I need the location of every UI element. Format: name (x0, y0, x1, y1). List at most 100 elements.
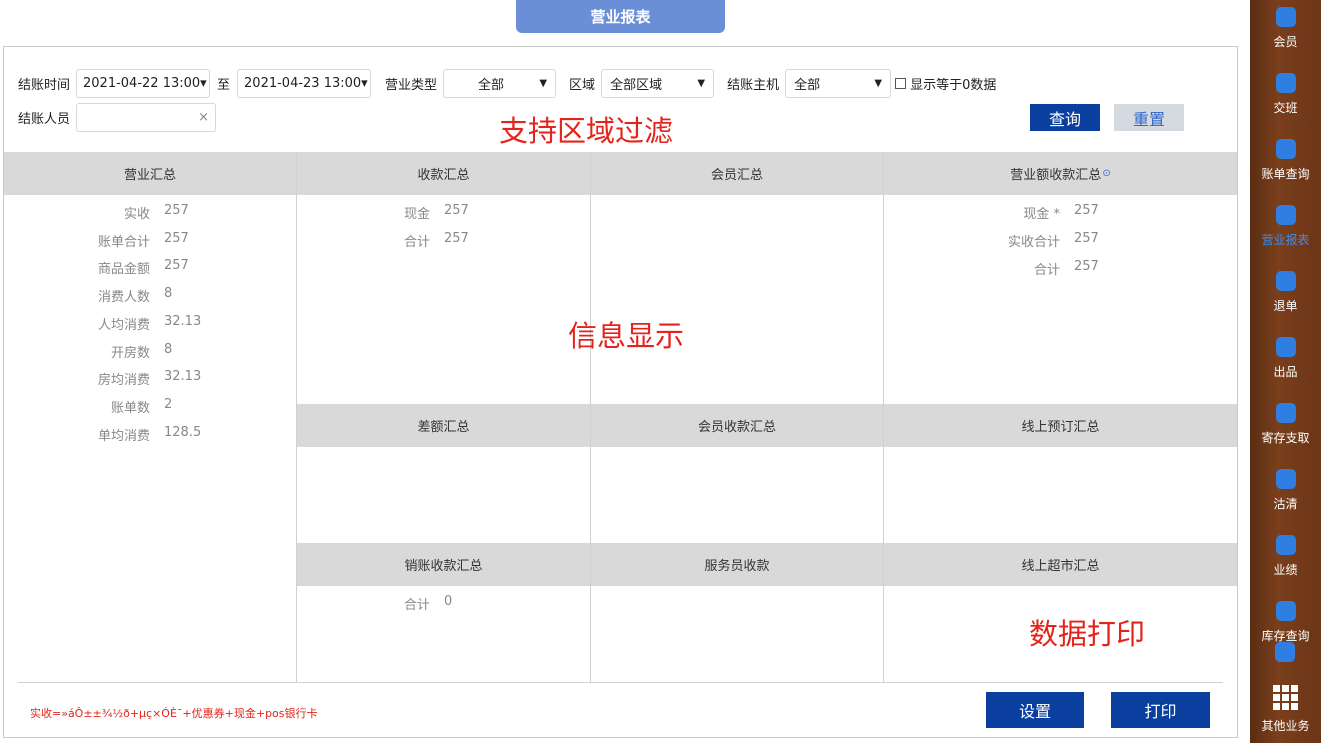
waiter-payment-header: 服务员收款 (591, 543, 883, 586)
member-icon (1275, 7, 1296, 27)
sidebar-item-soldout[interactable]: 沽清 (1250, 454, 1321, 520)
area-value: 全部区域 (610, 78, 663, 93)
sidebar-item-output[interactable]: 出品 (1250, 322, 1321, 388)
sidebar-item-label: 业绩 (1273, 563, 1298, 577)
output-icon (1275, 337, 1296, 357)
online-market-summary-header: 线上超市汇总 (884, 543, 1237, 586)
annotation-info-display: 信息显示 (568, 319, 685, 353)
sidebar-item-deposit[interactable]: 寄存支取 (1250, 388, 1321, 454)
summary-key: 账单合计 (97, 234, 150, 250)
checkout-time-label: 结账时间 (18, 78, 71, 93)
inventory-icon (1275, 601, 1296, 621)
refund-icon (1275, 271, 1296, 291)
member-payment-summary-header: 会员收款汇总 (591, 404, 883, 447)
summary-value: 257 (444, 231, 469, 246)
business-type-select[interactable]: 全部 ▼ (443, 69, 557, 98)
chevron-down-icon: ▼ (539, 78, 548, 89)
summary-value: 257 (444, 203, 469, 218)
settings-button[interactable]: 设置 (986, 692, 1084, 728)
member-summary-header: 会员汇总 (591, 152, 883, 195)
summary-row: 实收 257 (60, 203, 189, 222)
business-type-value: 全部 (478, 78, 505, 93)
divider (18, 682, 1223, 683)
writeoff-summary-header: 销账收款汇总 (297, 543, 590, 586)
annotation-data-print: 数据打印 (1029, 617, 1146, 651)
sidebar-item-shift[interactable]: 交班 (1250, 58, 1321, 124)
sidebar-item-label: 会员 (1273, 35, 1298, 49)
performance-icon (1275, 535, 1296, 555)
summary-row: 消费人数 8 (60, 286, 172, 305)
sidebar-item-label: 账单查询 (1261, 167, 1310, 181)
summary-value: 8 (164, 341, 173, 357)
sidebar-item-grid[interactable]: 其他业务 (1250, 676, 1321, 742)
summary-row: 账单数 2 (60, 397, 172, 416)
summary-key: 人均消费 (97, 317, 150, 333)
difference-summary-header: 差额汇总 (297, 404, 590, 447)
summary-value: 257 (164, 230, 189, 246)
filter-row-2: 结账人员 × (18, 103, 217, 132)
summary-row: 合计 257 (975, 259, 1099, 278)
download-icon[interactable] (1275, 642, 1295, 662)
cashier-label: 结账人员 (18, 112, 71, 127)
summary-key: 商品金额 (97, 262, 150, 278)
host-label: 结账主机 (727, 78, 780, 93)
sidebar-item-bill-query[interactable]: 账单查询 (1250, 124, 1321, 190)
print-button[interactable]: 打印 (1111, 692, 1210, 728)
summary-key: 合计 (403, 598, 430, 613)
summary-key: 单均消费 (97, 428, 150, 444)
sidebar-item-report[interactable]: 营业报表 (1250, 190, 1321, 256)
reset-button[interactable]: 重置 (1114, 104, 1184, 131)
sidebar-item-performance[interactable]: 业绩 (1250, 520, 1321, 586)
end-time-select[interactable]: 2021-04-23 13:00▾ (237, 69, 372, 98)
summary-row: 账单合计 257 (60, 231, 189, 250)
summary-key: 合计 (403, 235, 430, 250)
divider (296, 152, 297, 682)
right-sidebar: 会员 交班 账单查询 营业报表 退单 出品 寄存支取 沽清 业绩 库存查询 其他业务 (1250, 0, 1321, 743)
report-icon (1275, 205, 1296, 225)
summary-value: 257 (1074, 231, 1099, 246)
summary-row: 合计 0 (370, 594, 452, 613)
clear-icon[interactable]: × (198, 110, 209, 125)
summary-value: 128.5 (164, 424, 202, 440)
summary-row: 开房数 8 (60, 342, 172, 361)
show-zero-checkbox[interactable] (895, 78, 907, 89)
show-zero-label: 显示等于0数据 (910, 78, 997, 93)
summary-value: 0 (444, 594, 453, 609)
shift-icon (1275, 73, 1296, 93)
business-type-label: 营业类型 (385, 78, 438, 93)
divider (590, 152, 591, 682)
summary-key: 消费人数 (97, 290, 150, 306)
grid-icon (1273, 685, 1298, 710)
start-time-select[interactable]: 2021-04-22 13:00▾ (76, 69, 211, 98)
business-summary-header: 营业汇总 (4, 152, 296, 195)
summary-key: 现金 (403, 207, 430, 222)
summary-value: 32.13 (164, 369, 202, 385)
host-select[interactable]: 全部 ▼ (785, 69, 892, 98)
summary-row: 单均消费 128.5 (60, 425, 201, 444)
bill-query-icon (1275, 139, 1296, 159)
query-button[interactable]: 查询 (1030, 104, 1100, 131)
sidebar-item-refund[interactable]: 退单 (1250, 256, 1321, 322)
summary-row: 现金 * 257 (975, 203, 1099, 222)
sidebar-item-label: 出品 (1273, 365, 1298, 379)
summary-value: 8 (164, 286, 173, 302)
summary-row: 房均消费 32.13 (60, 369, 201, 388)
sidebar-item-label: 沽清 (1273, 497, 1298, 511)
summary-key: 实收合计 (1007, 235, 1060, 250)
summary-row: 人均消费 32.13 (60, 314, 201, 333)
annotation-area-filter: 支持区域过滤 (499, 114, 674, 148)
filter-row-1: 结账时间 2021-04-22 13:00▾ 至 2021-04-23 13:0… (18, 69, 996, 98)
summary-key: 合计 (1033, 263, 1060, 278)
area-label: 区域 (569, 78, 596, 93)
sidebar-item-member[interactable]: 会员 (1250, 0, 1321, 58)
summary-value: 257 (1074, 203, 1099, 218)
summary-value: 257 (164, 203, 189, 218)
help-icon[interactable]: ⊙ (1102, 168, 1110, 179)
online-booking-summary-header: 线上预订汇总 (884, 404, 1237, 447)
revenue-payment-summary-title: 营业额收款汇总 (1010, 168, 1102, 183)
summary-key: 实收 (123, 207, 150, 222)
area-select[interactable]: 全部区域 ▼ (601, 69, 715, 98)
summary-value: 257 (1074, 259, 1099, 274)
cashier-input[interactable]: × (76, 103, 217, 132)
payment-summary-header: 收款汇总 (297, 152, 590, 195)
